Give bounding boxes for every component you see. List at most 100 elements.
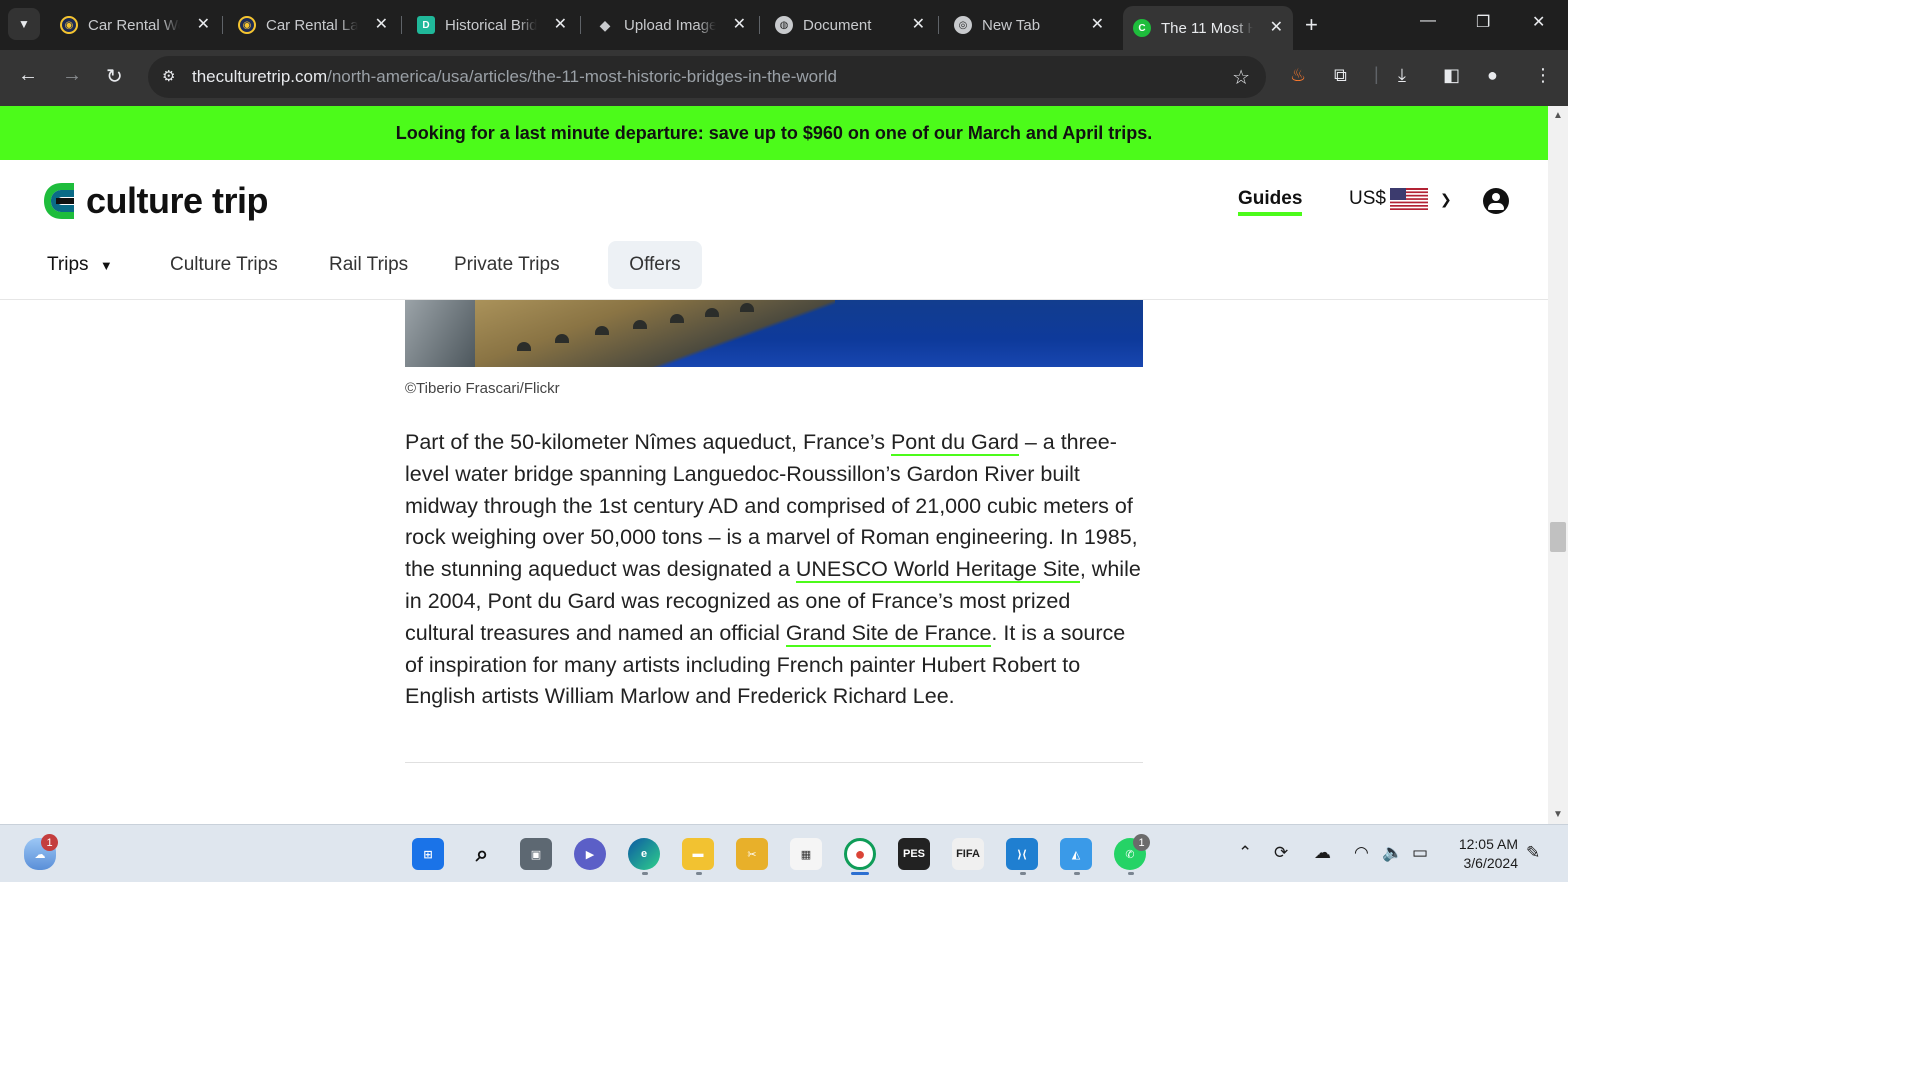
tab-new-tab[interactable]: ◎ New Tab ✕ — [944, 8, 1114, 42]
close-icon[interactable]: ✕ — [554, 14, 567, 34]
kebab-menu-icon[interactable]: ⋮ — [1534, 65, 1552, 86]
chevron-down-icon: ▼ — [18, 17, 30, 31]
page-scrollbar[interactable]: ▲ ▼ — [1548, 106, 1568, 824]
url-text[interactable]: theculturetrip.com/north-america/usa/art… — [192, 67, 837, 87]
scrollbar-thumb[interactable] — [1550, 522, 1566, 552]
show-hidden-icons-chevron-icon[interactable]: ⌃ — [1238, 843, 1252, 863]
promo-banner[interactable]: Looking for a last minute departure: sav… — [0, 106, 1548, 160]
fire-extension-icon[interactable]: ♨ — [1290, 65, 1306, 86]
promo-text[interactable]: Looking for a last minute departure: sav… — [396, 123, 1152, 144]
bridge-arch — [517, 342, 531, 351]
system-clock[interactable]: 12:05 AM 3/6/2024 — [1452, 835, 1518, 873]
pont-du-gard-link[interactable]: Pont du Gard — [890, 430, 1019, 456]
edge-browser-icon[interactable]: e — [628, 838, 660, 870]
running-indicator — [696, 872, 702, 875]
microsoft-store-icon[interactable]: ▦ — [790, 838, 822, 870]
site-info-icon[interactable]: ⚙ — [162, 67, 175, 85]
whatsapp-badge: 1 — [1133, 834, 1150, 851]
toolbar-divider: | — [1374, 64, 1379, 84]
search-icon[interactable]: ⌕ — [466, 838, 498, 870]
bridge-arch — [555, 334, 569, 343]
tab-search-button[interactable]: ▼ — [8, 8, 40, 40]
sync-icon[interactable]: ⟳ — [1274, 843, 1288, 863]
nav-culture-trips[interactable]: Culture Trips — [170, 254, 278, 276]
new-tab-button[interactable]: + — [1305, 12, 1318, 38]
vscode-icon[interactable]: ⟩⟨ — [1006, 838, 1038, 870]
unesco-link[interactable]: UNESCO World Heritage Site — [795, 557, 1080, 584]
fifa-game-icon[interactable]: FIFA — [952, 838, 984, 870]
back-button[interactable]: ← — [18, 64, 38, 87]
nav-private-trips[interactable]: Private Trips — [454, 254, 560, 276]
photos-app-icon[interactable]: ◭ — [1060, 838, 1092, 870]
clock-time: 12:05 AM — [1458, 836, 1518, 852]
tab-culture-trip[interactable]: C The 11 Most H ✕ — [1123, 6, 1293, 50]
window-close-button[interactable]: ✕ — [1532, 12, 1545, 32]
browser-toolbar: ← → ↻ ⚙ theculturetrip.com/north-america… — [0, 50, 1568, 106]
forward-button[interactable]: → — [62, 64, 82, 87]
wifi-icon[interactable]: ◠ — [1354, 843, 1369, 863]
car-rental-favicon-icon: ◉ — [238, 16, 256, 34]
battery-icon[interactable]: ▭ — [1412, 843, 1428, 863]
tab-label: Historical Brid — [445, 16, 537, 34]
nav-offers[interactable]: Offers — [608, 241, 702, 289]
active-indicator — [851, 872, 869, 875]
task-view-icon[interactable]: ▣ — [520, 838, 552, 870]
bridge-arch — [595, 326, 609, 335]
close-icon[interactable]: ✕ — [912, 14, 925, 34]
page-viewport: Looking for a last minute departure: sav… — [0, 106, 1548, 824]
reload-button[interactable]: ↻ — [106, 64, 123, 89]
close-icon[interactable]: ✕ — [1270, 17, 1283, 37]
address-bar[interactable]: ⚙ theculturetrip.com/north-america/usa/a… — [148, 56, 1266, 98]
culture-trip-logo[interactable]: culture trip — [42, 180, 269, 222]
tab-document[interactable]: ◍ Document ✕ — [765, 8, 935, 42]
volume-icon[interactable]: 🔈 — [1382, 843, 1403, 863]
start-menu-icon[interactable]: ⊞ — [412, 838, 444, 870]
chrome-browser-icon[interactable]: ● — [844, 838, 876, 870]
rock-photo-area — [405, 300, 475, 367]
tab-strip: ▼ ◉ Car Rental We ✕ ◉ Car Rental Lar ✕ D… — [0, 0, 1568, 50]
culture-trip-logo-icon — [44, 183, 74, 219]
close-icon[interactable]: ✕ — [1091, 14, 1104, 34]
teams-chat-icon[interactable]: ▶ — [574, 838, 606, 870]
minimize-button[interactable]: — — [1420, 12, 1436, 30]
article-image — [405, 300, 1143, 367]
scroll-up-arrow-icon[interactable]: ▲ — [1553, 110, 1563, 121]
upload-favicon-icon: ◆ — [599, 16, 611, 33]
restore-button[interactable]: ❐ — [1476, 12, 1490, 32]
scroll-down-arrow-icon[interactable]: ▼ — [1553, 809, 1563, 820]
extensions-puzzle-icon[interactable]: ⧉ — [1334, 65, 1347, 86]
pes-game-icon[interactable]: PES — [898, 838, 930, 870]
currency-selector[interactable]: US$ ❯ — [1349, 188, 1452, 210]
bridge-arch — [670, 314, 684, 323]
guides-link[interactable]: Guides — [1238, 188, 1303, 216]
bookmark-star-icon[interactable]: ☆ — [1232, 65, 1250, 90]
profile-icon[interactable]: ● — [1487, 65, 1498, 86]
close-icon[interactable]: ✕ — [197, 14, 210, 34]
close-icon[interactable]: ✕ — [733, 14, 746, 34]
tab-car-rental-1[interactable]: ◉ Car Rental We ✕ — [50, 8, 220, 42]
bridge-arch — [633, 320, 647, 329]
account-icon[interactable] — [1483, 188, 1509, 214]
weather-badge: 1 — [41, 834, 58, 851]
onedrive-cloud-icon[interactable]: ☁ — [1314, 843, 1331, 863]
nav-trips-dropdown[interactable]: Trips ▼ — [47, 254, 113, 276]
chrome-favicon-icon: ◎ — [954, 16, 972, 34]
tab-separator — [222, 16, 223, 34]
nav-rail-trips[interactable]: Rail Trips — [329, 254, 408, 276]
tab-upload-image[interactable]: ◆ Upload Image ✕ — [586, 8, 756, 42]
tab-car-rental-2[interactable]: ◉ Car Rental Lar ✕ — [228, 8, 398, 42]
grand-site-link[interactable]: Grand Site de France — [785, 620, 992, 647]
notifications-icon[interactable]: ✎ — [1526, 843, 1540, 863]
download-icon[interactable]: ⤓ — [1398, 65, 1406, 86]
running-indicator — [1020, 872, 1026, 875]
section-divider — [405, 762, 1143, 763]
chevron-down-icon: ▼ — [99, 258, 113, 273]
snip-tool-icon[interactable]: ✂ — [736, 838, 768, 870]
nav-trips-label: Trips — [47, 254, 89, 275]
file-explorer-icon[interactable]: ▬ — [682, 838, 714, 870]
tab-historical-bridges[interactable]: D Historical Brid ✕ — [407, 8, 577, 42]
tab-separator — [759, 16, 760, 34]
close-icon[interactable]: ✕ — [375, 14, 388, 34]
side-panel-icon[interactable]: ◧ — [1443, 65, 1460, 86]
tab-label: Document — [803, 16, 872, 34]
